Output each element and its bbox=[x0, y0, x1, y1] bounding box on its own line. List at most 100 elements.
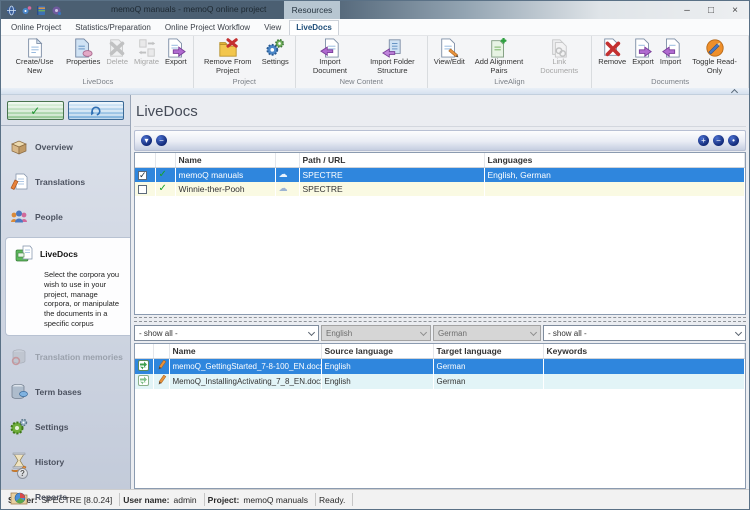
page-title: LiveDocs bbox=[134, 95, 746, 127]
target-language-filter-dropdown: German bbox=[433, 325, 541, 341]
chevron-down-icon bbox=[735, 329, 742, 336]
remote-corpus-cloud-icon: ☁ bbox=[279, 169, 288, 179]
corpus-options-icon[interactable]: • bbox=[728, 135, 739, 146]
sidebar-item-people[interactable]: People bbox=[1, 203, 130, 231]
link-documents-icon bbox=[549, 38, 569, 58]
document-row-getting-started[interactable]: memoQ_GettingStarted_7-8-100_EN.docx-mem… bbox=[135, 359, 745, 375]
add-corpus-icon[interactable]: + bbox=[698, 135, 709, 146]
project-settings-button[interactable]: Settings bbox=[260, 37, 291, 68]
sidebar-item-translation-memories[interactable]: Translation memories bbox=[1, 343, 130, 371]
refresh-icon bbox=[90, 105, 102, 117]
livedocs-icon bbox=[14, 244, 34, 264]
corpora-col-name[interactable]: Name bbox=[175, 153, 275, 168]
sidebar-item-term-bases[interactable]: Term bases bbox=[1, 378, 130, 406]
sidebar-item-reports[interactable]: Reports bbox=[1, 483, 130, 510]
edit-pen-icon bbox=[157, 375, 167, 386]
view-edit-button[interactable]: View/Edit bbox=[432, 37, 467, 68]
corpus-active-check-icon: ✓ bbox=[159, 183, 167, 194]
settings-icon bbox=[9, 417, 29, 437]
sidebar-item-translations[interactable]: Translations bbox=[1, 168, 130, 196]
tab-statistics-preparation[interactable]: Statistics/Preparation bbox=[69, 21, 157, 35]
edit-pen-icon bbox=[157, 360, 167, 371]
remove-document-button[interactable]: Remove bbox=[596, 37, 628, 68]
collapse-ribbon-icon[interactable] bbox=[731, 89, 738, 96]
ribbon-group-documents: Remove Export Import Toggle Read-Only Do… bbox=[592, 36, 749, 88]
corpus-row-memoq-manuals[interactable]: ✓ memoQ manuals ☁ SPECTRE English, Germa… bbox=[135, 168, 745, 182]
refresh-button[interactable] bbox=[68, 101, 125, 120]
delete-icon bbox=[107, 38, 127, 58]
import-folder-structure-button[interactable]: Import Folder Structure bbox=[362, 37, 423, 76]
corpora-toolbar: ▾ − + − • bbox=[134, 130, 746, 151]
import-document-icon bbox=[320, 38, 340, 58]
sidebar-item-settings[interactable]: Settings bbox=[1, 413, 130, 441]
corpus-active-check-icon: ✓ bbox=[159, 169, 167, 180]
close-button[interactable]: × bbox=[723, 1, 747, 19]
resources-gear-icon[interactable] bbox=[51, 5, 62, 16]
docs-col-icon[interactable] bbox=[135, 344, 153, 359]
minimize-button[interactable]: – bbox=[675, 1, 699, 19]
remove-folder-icon bbox=[218, 38, 238, 58]
corpora-col-check[interactable] bbox=[135, 153, 155, 168]
remote-corpus-cloud-icon: ☁ bbox=[279, 183, 288, 193]
import-document-button[interactable]: Import Document bbox=[300, 37, 360, 76]
migrate-button: Migrate bbox=[132, 37, 161, 68]
corpora-table: Name Path / URL Languages ✓ memoQ manual… bbox=[134, 152, 746, 315]
window-controls: – □ × bbox=[675, 1, 747, 19]
sidebar-item-livedocs[interactable]: LiveDocs bbox=[6, 240, 130, 268]
toggle-read-only-button[interactable]: Toggle Read-Only bbox=[685, 37, 744, 76]
tab-online-project-workflow[interactable]: Online Project Workflow bbox=[159, 21, 256, 35]
chevron-down-icon bbox=[420, 329, 427, 336]
quick-access-toolbar bbox=[1, 5, 62, 16]
properties-icon bbox=[73, 38, 93, 58]
help-icon[interactable]: ? bbox=[17, 468, 28, 479]
reports-icon bbox=[9, 487, 29, 507]
export-document-button[interactable]: Export bbox=[630, 37, 656, 68]
add-alignment-pairs-button[interactable]: Add Alignment Pairs bbox=[469, 37, 529, 76]
corpus-row-winnie-ther-pooh[interactable]: ✓ Winnie-ther-Pooh ☁ SPECTRE bbox=[135, 182, 745, 196]
corpora-col-status[interactable] bbox=[155, 153, 175, 168]
ribbon-bottom-edge bbox=[1, 88, 749, 95]
docs-col-pen[interactable] bbox=[153, 344, 169, 359]
docs-col-source[interactable]: Source language bbox=[321, 344, 433, 359]
delete-button: Delete bbox=[104, 37, 130, 68]
docs-col-name[interactable]: Name bbox=[169, 344, 321, 359]
docs-col-keywords[interactable]: Keywords bbox=[543, 344, 745, 359]
pane-splitter[interactable] bbox=[134, 317, 746, 322]
name-filter-dropdown[interactable]: - show all - bbox=[134, 325, 319, 341]
export-corpus-button[interactable]: Export bbox=[163, 37, 189, 68]
content-area: ✓ Overview Translations People bbox=[1, 95, 749, 489]
filter-icon[interactable]: ▾ bbox=[141, 135, 152, 146]
corpora-col-cloud[interactable] bbox=[275, 153, 299, 168]
new-document-icon bbox=[25, 38, 45, 58]
read-only-icon bbox=[705, 38, 725, 58]
translation-memories-icon bbox=[9, 347, 29, 367]
group-label-project: Project bbox=[197, 76, 292, 88]
document-row-installing-activating[interactable]: MemoQ_InstallingActivating_7_8_EN.docx-M… bbox=[135, 374, 745, 389]
app-logo-icon[interactable] bbox=[6, 5, 17, 16]
corpora-col-languages[interactable]: Languages bbox=[484, 153, 745, 168]
tab-view[interactable]: View bbox=[258, 21, 287, 35]
view-edit-icon bbox=[439, 38, 459, 58]
clear-filter-icon[interactable]: − bbox=[156, 135, 167, 146]
corpus-checkbox[interactable] bbox=[138, 171, 147, 180]
remove-from-project-button[interactable]: Remove From Project bbox=[198, 37, 258, 76]
docs-col-target[interactable]: Target language bbox=[433, 344, 543, 359]
tab-online-project[interactable]: Online Project bbox=[5, 21, 67, 35]
status-project: Project:memoQ manuals bbox=[205, 493, 316, 506]
check-icon: ✓ bbox=[30, 105, 40, 117]
tab-livedocs[interactable]: LiveDocs bbox=[289, 20, 339, 35]
address-book-icon[interactable] bbox=[36, 5, 47, 16]
maximize-button[interactable]: □ bbox=[699, 1, 723, 19]
properties-button[interactable]: Properties bbox=[64, 37, 102, 68]
sidebar-item-overview[interactable]: Overview bbox=[1, 133, 130, 161]
corpora-col-path[interactable]: Path / URL bbox=[299, 153, 484, 168]
quick-settings-icon[interactable] bbox=[21, 5, 32, 16]
contextual-tab-group-resources[interactable]: Resources bbox=[284, 1, 340, 19]
group-label-new-content: New Content bbox=[299, 76, 424, 88]
create-use-new-button[interactable]: Create/Use New bbox=[7, 37, 62, 76]
corpus-checkbox[interactable] bbox=[138, 185, 147, 194]
import-document2-button[interactable]: Import bbox=[658, 37, 683, 68]
keywords-filter-dropdown[interactable]: - show all - bbox=[543, 325, 746, 341]
apply-button[interactable]: ✓ bbox=[7, 101, 64, 120]
remove-corpus-icon[interactable]: − bbox=[713, 135, 724, 146]
